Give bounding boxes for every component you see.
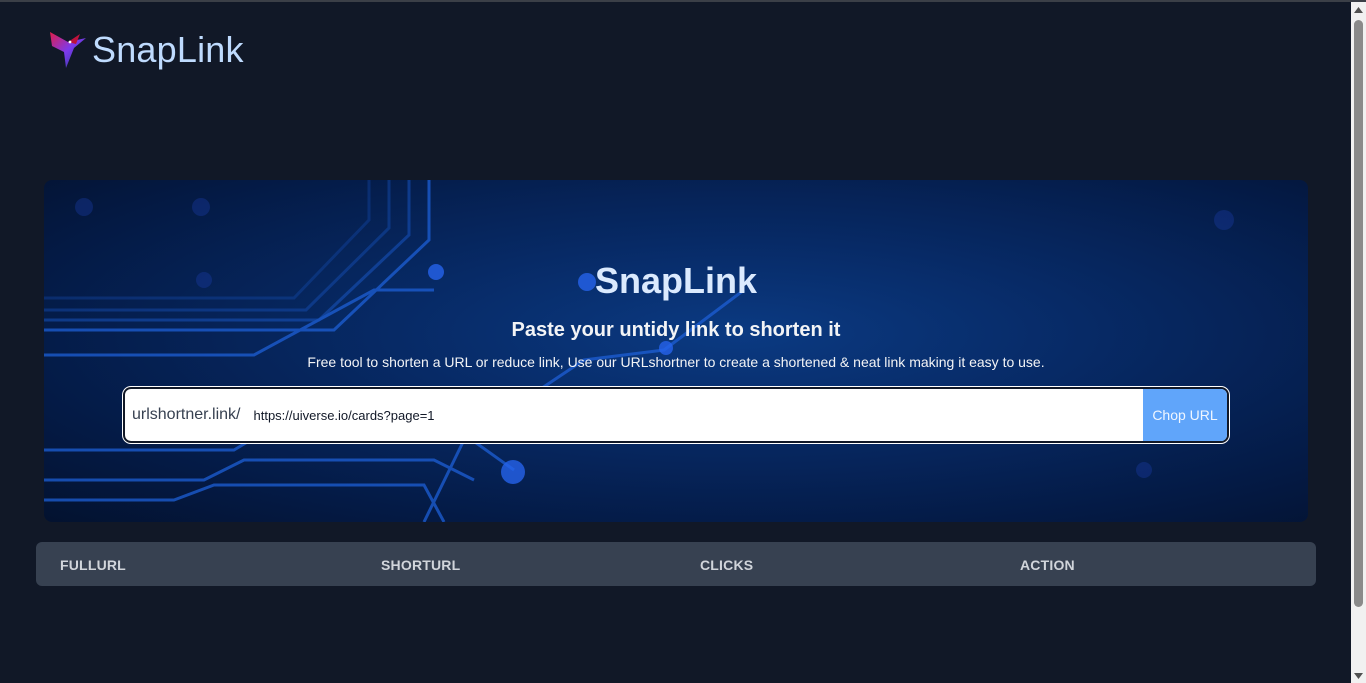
brand-name: SnapLink bbox=[92, 29, 244, 70]
column-header-clicks: CLICKS bbox=[700, 557, 754, 573]
hero-title: SnapLink bbox=[594, 260, 758, 301]
scroll-down-arrow-icon[interactable] bbox=[1351, 668, 1366, 683]
shorten-url-form: urlshortner.link/ Chop URL bbox=[123, 387, 1229, 443]
column-header-fullurl: FULLURL bbox=[60, 557, 126, 573]
vertical-scrollbar[interactable] bbox=[1351, 2, 1366, 683]
column-header-shorturl: SHORTURL bbox=[381, 557, 461, 573]
short-domain-prefix: urlshortner.link/ bbox=[132, 406, 241, 423]
hero-banner: SnapLink Paste your untidy link to short… bbox=[44, 180, 1308, 522]
hero-description: Free tool to shorten a URL or reduce lin… bbox=[307, 354, 1045, 370]
hero-subtitle: Paste your untidy link to shorten it bbox=[511, 319, 841, 341]
url-input[interactable] bbox=[240, 389, 1143, 441]
hummingbird-logo-icon bbox=[50, 32, 86, 68]
scroll-up-arrow-icon[interactable] bbox=[1351, 2, 1366, 17]
scrollbar-thumb[interactable] bbox=[1354, 20, 1363, 607]
page: SnapLink SnapLink Paste your untidy link… bbox=[0, 0, 1366, 683]
circuit-background bbox=[44, 180, 1234, 522]
links-table-header: FULLURL SHORTURL CLICKS ACTION bbox=[36, 542, 1316, 586]
chop-url-button[interactable]: Chop URL bbox=[1143, 389, 1227, 441]
column-header-action: ACTION bbox=[1020, 557, 1075, 573]
brand[interactable]: SnapLink bbox=[46, 28, 244, 72]
